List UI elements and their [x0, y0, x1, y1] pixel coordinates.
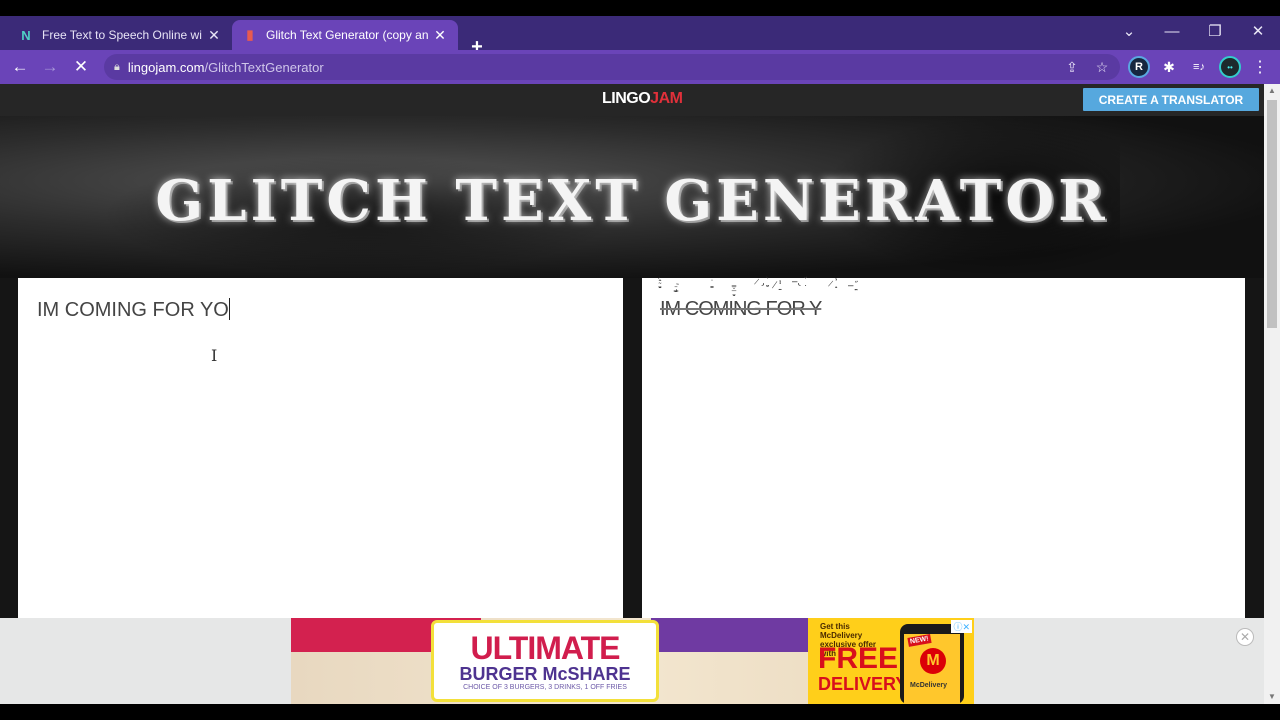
glitch-mark: ̶̻̫͉̆̿ — [734, 288, 742, 296]
scrollbar-thumb[interactable] — [1267, 100, 1277, 328]
ad-subheadline: BURGER McSHARE — [459, 663, 631, 684]
ad-close-button[interactable]: ✕ — [1236, 628, 1254, 646]
output-textarea[interactable]: ̴͖̟̬͍͐̈́ ̵̡̘͇̠̃ ͚̼̫̍ ̶̻̫͉̆̿ ̷̡̝̤̀ ̸̱̤̓̒ … — [642, 278, 1245, 658]
ad-delivery: DELIVERY — [818, 674, 908, 694]
media-control-icon[interactable]: ≡♪ — [1188, 56, 1210, 78]
glitch-mark: ̸̱̤̓̒ — [772, 281, 783, 291]
bookmark-star-icon[interactable]: ☆ — [1092, 59, 1112, 76]
adchoices-icon[interactable]: ⓘ✕ — [951, 620, 972, 633]
site-header: LINGOJAM CREATE A TRANSLATOR — [0, 84, 1264, 116]
share-icon[interactable]: ⇪ — [1062, 59, 1082, 76]
url-text[interactable]: lingojam.com/GlitchTextGenerator — [128, 60, 324, 75]
tab-free-text-to-speech[interactable]: N Free Text to Speech Online with N ✕ — [8, 20, 232, 50]
ad-purple-pattern — [651, 618, 811, 652]
tab-glitch-text-generator[interactable]: ▮ Glitch Text Generator (copy and p ✕ — [232, 20, 458, 50]
glitch-mark: ͚̼̫̍ — [712, 280, 720, 288]
screen-border-top — [0, 0, 1280, 16]
glitch-mark: ̶̤̪̋ — [848, 281, 854, 291]
browser-toolbar: ← → ✕ 🔒︎ lingojam.com/GlitchTextGenerato… — [0, 50, 1280, 84]
stop-loading-button[interactable]: ✕ — [70, 56, 92, 78]
tab-close-icon[interactable]: ✕ — [206, 27, 222, 44]
ad-free: FREE — [818, 642, 899, 675]
page-scrollbar[interactable]: ▲ ▼ — [1264, 84, 1280, 704]
ad-new-badge: NEW! — [907, 634, 932, 647]
back-button[interactable]: ← — [9, 56, 31, 78]
scroll-down-arrow-icon[interactable]: ▼ — [1264, 690, 1280, 704]
ad-headline-badge: ULTIMATE BURGER McSHARE CHOICE OF 3 BURG… — [431, 620, 659, 702]
ad-fine-print: CHOICE OF 3 BURGERS, 3 DRINKS, 1 OFF FRI… — [463, 683, 627, 691]
input-value: IM COMING FOR YO — [37, 299, 229, 321]
lock-icon[interactable]: 🔒︎ — [114, 61, 120, 74]
address-bar[interactable]: 🔒︎ lingojam.com/GlitchTextGenerator ⇪ ☆ — [104, 54, 1120, 80]
tab-title: Free Text to Speech Online with N — [42, 28, 202, 42]
restore-button[interactable]: ❐ — [1193, 16, 1237, 46]
logo-jam: JAM — [650, 90, 683, 107]
mcdonalds-ad[interactable]: ULTIMATE BURGER McSHARE CHOICE OF 3 BURG… — [291, 618, 974, 704]
lingojam-favicon-icon: ▮ — [246, 27, 254, 42]
web-page: LINGOJAM CREATE A TRANSLATOR GLITCH TEXT… — [0, 84, 1264, 704]
glitch-mark: ̷̜̠̉ — [828, 279, 834, 289]
tab-search-dropdown-icon[interactable]: ⌄ — [1107, 16, 1151, 46]
page-title: GLITCH TEXT GENERATOR — [155, 168, 1109, 234]
glitch-mark: ̶̢̣̈́ — [792, 277, 803, 287]
minimize-button[interactable]: — — [1150, 16, 1194, 46]
ad-delivery-panel: Get this McDelivery exclusive offer with… — [808, 618, 974, 704]
tab-strip: N Free Text to Speech Online with N ✕ ▮ … — [0, 16, 1280, 58]
browser-menu-icon[interactable]: ⋮ — [1249, 56, 1271, 78]
input-text-value[interactable]: IM COMING FOR YO — [37, 298, 230, 322]
extension-r-icon[interactable]: R — [1128, 56, 1150, 78]
glitch-mark: ̵̡̘͇̠̃ — [676, 284, 684, 292]
ad-banner-bar: ULTIMATE BURGER McSHARE CHOICE OF 3 BURG… — [0, 618, 1264, 704]
ad-phone-screen: NEW! M McDelivery — [904, 634, 960, 704]
extensions-puzzle-icon[interactable]: ✱ — [1158, 56, 1180, 78]
mcdonalds-logo-icon: M — [920, 648, 946, 674]
ad-headline: ULTIMATE — [470, 629, 621, 666]
create-translator-button[interactable]: CREATE A TRANSLATOR — [1083, 88, 1259, 111]
lingojam-logo[interactable]: LINGOJAM — [602, 90, 683, 108]
url-domain: lingojam.com — [127, 59, 205, 75]
tab-title: Glitch Text Generator (copy and p — [266, 28, 428, 42]
ad-app-name: McDelivery — [910, 682, 947, 689]
close-window-button[interactable]: ✕ — [1236, 16, 1280, 46]
screen-border-bottom — [0, 704, 1280, 720]
profile-avatar[interactable]: •• — [1219, 56, 1241, 78]
ad-phone-image: NEW! M McDelivery — [900, 624, 964, 704]
output-text-value[interactable]: IM COMING FOR Y — [660, 298, 822, 321]
glitch-mark: ̴͖̟̬͍͐̈́ — [660, 280, 668, 288]
tab-close-icon[interactable]: ✕ — [432, 27, 448, 44]
text-caret — [228, 298, 230, 320]
forward-button[interactable]: → — [39, 56, 61, 78]
glitch-mark: ̷̡̝̤̀ — [754, 277, 765, 287]
url-path: /GlitchTextGenerator — [204, 59, 324, 75]
scroll-up-arrow-icon[interactable]: ▲ — [1264, 84, 1280, 98]
input-textarea[interactable]: IM COMING FOR YO I — [18, 278, 623, 658]
hero-banner: GLITCH TEXT GENERATOR — [0, 116, 1264, 278]
logo-lingo: LINGO — [602, 90, 651, 107]
naturalreaders-favicon-icon: N — [21, 27, 31, 43]
text-cursor-ibeam-icon: I — [211, 346, 218, 365]
